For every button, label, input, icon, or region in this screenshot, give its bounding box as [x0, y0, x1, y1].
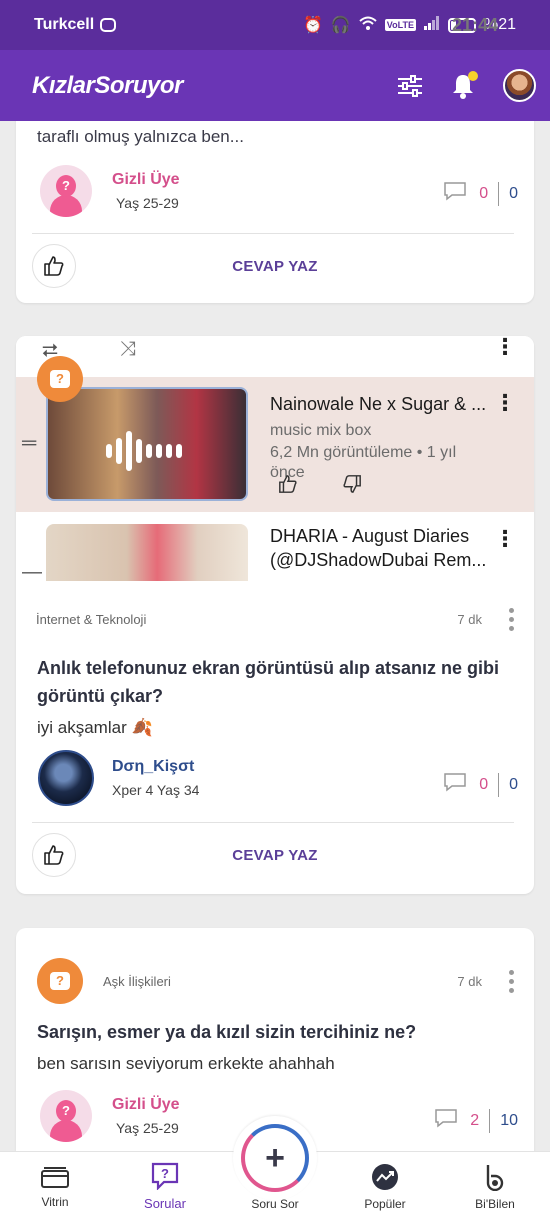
drag-handle-icon: ═ — [22, 432, 37, 454]
question-category[interactable]: Aşk İlişkileri — [103, 974, 171, 989]
question-title[interactable]: Sarışın, esmer ya da kızıl sizin tercihi… — [37, 1018, 510, 1046]
app-logo[interactable]: KızlarSoruyor — [32, 72, 183, 100]
showcase-icon — [41, 1166, 69, 1188]
profile-avatar[interactable] — [503, 69, 536, 102]
nav-populer-label: Popüler — [364, 1196, 406, 1211]
video-thumbnail-2 — [46, 524, 248, 581]
bibilen-icon — [486, 1164, 504, 1191]
comment-icon — [434, 1108, 458, 1133]
nav-sorular[interactable]: ? Sorular — [110, 1152, 220, 1221]
question-card[interactable]: taraflı olmuş yalnızca ben... ? Gizli Üy… — [16, 121, 534, 303]
svg-text:?: ? — [161, 1166, 169, 1181]
card-divider — [32, 233, 514, 234]
question-time: 7 dk — [457, 974, 482, 989]
nav-bibilen[interactable]: Bi'Bilen — [440, 1152, 550, 1221]
comment-icon — [443, 772, 467, 797]
trending-icon — [372, 1163, 398, 1190]
answer-count: 2 — [470, 1111, 480, 1129]
nav-vitrin[interactable]: Vitrin — [0, 1152, 110, 1221]
question-time: 7 dk — [457, 612, 482, 627]
question-stats: 2 10 — [434, 1108, 518, 1133]
notification-dot — [468, 70, 478, 81]
question-body: iyi akşamlar 🍂 — [37, 718, 153, 737]
question-badge-icon: ? — [37, 356, 83, 402]
nav-sorular-label: Sorular — [144, 1196, 186, 1211]
question-stats: 0 0 — [443, 181, 518, 206]
more-vertical-icon: ⋮ — [494, 336, 516, 359]
more-vertical-icon: ⋮ — [494, 390, 516, 415]
clock: 21:44 — [451, 14, 498, 35]
video-2-title-2: (@DJShadowDubai Rem... — [270, 550, 487, 570]
reply-button[interactable]: CEVAP YAZ — [16, 847, 534, 864]
author-name[interactable]: Dση_Kişσt — [112, 758, 199, 776]
alarm-icon: ⏰ — [302, 17, 323, 34]
video-like-icon — [278, 474, 298, 499]
app-header: KızlarSoruyor — [0, 50, 550, 121]
answer-count: 0 — [479, 184, 489, 202]
question-author[interactable]: ? Gizli Üye Yaş 25-29 — [40, 1090, 180, 1142]
question-bubble-icon: ? — [151, 1162, 179, 1190]
filter-icon[interactable] — [397, 74, 423, 97]
notification-bell-icon[interactable] — [451, 70, 478, 99]
question-stats: 0 0 — [443, 772, 518, 797]
nav-bibilen-label: Bi'Bilen — [475, 1196, 515, 1211]
more-vertical-icon: ⋮ — [494, 526, 516, 551]
card-divider — [32, 822, 514, 823]
signal-icon — [423, 15, 440, 35]
view-count: 0 — [509, 184, 518, 202]
author-age: Yaş 25-29 — [116, 1120, 179, 1136]
shuffle-icon: ⤨ — [120, 338, 136, 360]
instagram-icon — [100, 18, 117, 32]
view-count: 0 — [509, 775, 518, 793]
question-badge-icon: ? — [37, 958, 83, 1004]
video-1-meta: 6,2 Mn görüntüleme • 1 yıl — [270, 444, 457, 461]
question-category[interactable]: İnternet & Teknoloji — [36, 612, 146, 627]
question-feed[interactable]: taraflı olmuş yalnızca ben... ? Gizli Üy… — [0, 121, 550, 1151]
author-name[interactable]: Gizli Üye — [112, 1096, 180, 1114]
ask-question-button[interactable]: + — [233, 1116, 317, 1200]
question-snippet: taraflı olmuş yalnızca ben... — [37, 127, 244, 146]
author-age: Xper 4 Yaş 34 — [112, 782, 200, 798]
anonymous-avatar: ? — [40, 1090, 92, 1142]
comment-icon — [443, 181, 467, 206]
reply-button[interactable]: CEVAP YAZ — [16, 258, 534, 275]
volte-icon: VoLTE — [384, 19, 416, 31]
author-name[interactable]: Gizli Üye — [112, 171, 180, 189]
anonymous-avatar: ? — [40, 165, 92, 217]
video-dislike-icon — [342, 474, 362, 499]
status-bar: Turkcell 21:44 ⏰ 🎧 VoLTE %21 — [0, 0, 550, 50]
more-options-icon[interactable] — [509, 608, 514, 631]
carrier-label: Turkcell — [34, 16, 95, 33]
author-avatar[interactable] — [38, 750, 94, 806]
wifi-icon — [359, 16, 377, 35]
headphones-icon: 🎧 — [330, 17, 351, 34]
author-age: Yaş 25-29 — [116, 195, 179, 211]
video-1-title: Nainowale Ne x Sugar & ... — [270, 394, 487, 414]
question-body: ben sarısın seviyorum erkekte ahahhah — [37, 1054, 335, 1073]
video-1-channel: music mix box — [270, 422, 372, 439]
plus-icon: + — [265, 1139, 285, 1177]
video-2-title: DHARIA - August Diaries — [270, 526, 470, 546]
question-author[interactable]: ? Gizli Üye Yaş 25-29 — [40, 165, 180, 217]
nav-vitrin-label: Vitrin — [41, 1194, 69, 1209]
nav-populer[interactable]: Popüler — [330, 1152, 440, 1221]
drag-handle-icon: — — [22, 561, 42, 581]
view-count: 10 — [500, 1111, 518, 1129]
embedded-screenshot[interactable]: ⮂ ⤨ ⋮ ═ Nainowale Ne x Sugar & ... music… — [16, 336, 534, 581]
more-options-icon[interactable] — [509, 970, 514, 993]
question-card[interactable]: ⮂ ⤨ ⋮ ═ Nainowale Ne x Sugar & ... music… — [16, 336, 534, 894]
audio-wave-icon — [106, 431, 182, 471]
answer-count: 0 — [479, 775, 489, 793]
question-author[interactable]: Dση_Kişσt Xper 4 Yaş 34 — [38, 750, 199, 806]
question-title[interactable]: Anlık telefonunuz ekran görüntüsü alıp a… — [37, 654, 510, 710]
